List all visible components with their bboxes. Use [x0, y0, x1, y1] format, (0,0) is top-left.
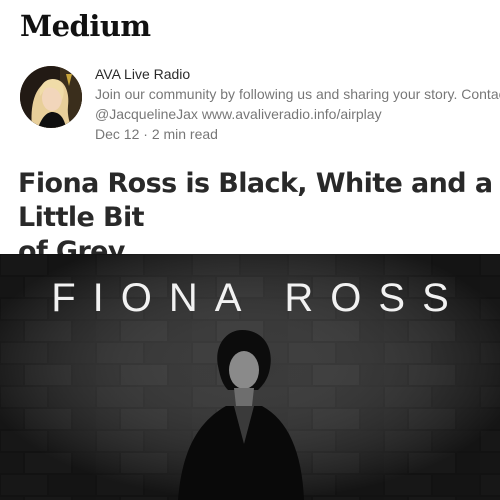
- author-block: AVA Live Radio Join our community by fol…: [20, 64, 500, 142]
- author-avatar[interactable]: [20, 66, 82, 128]
- author-meta: AVA Live Radio Join our community by fol…: [95, 64, 500, 144]
- author-bio-line: Join our community by following us and s…: [95, 86, 500, 102]
- meta-separator: ·: [143, 126, 148, 142]
- avatar-photo-icon: [20, 66, 82, 128]
- post-date[interactable]: Dec 12: [95, 126, 139, 142]
- hero-image: FIONA ROSS: [0, 254, 500, 500]
- read-time: 2 min read: [151, 126, 218, 142]
- author-bio-line-2: @JacquelineJax www.avaliveradio.info/air…: [95, 106, 382, 122]
- medium-logo[interactable]: Medium: [20, 9, 151, 43]
- post-meta: Dec 12 · 2 min read: [95, 124, 500, 144]
- author-name-link[interactable]: AVA Live Radio: [95, 64, 500, 84]
- hero-overlay-title: FIONA ROSS: [51, 276, 466, 320]
